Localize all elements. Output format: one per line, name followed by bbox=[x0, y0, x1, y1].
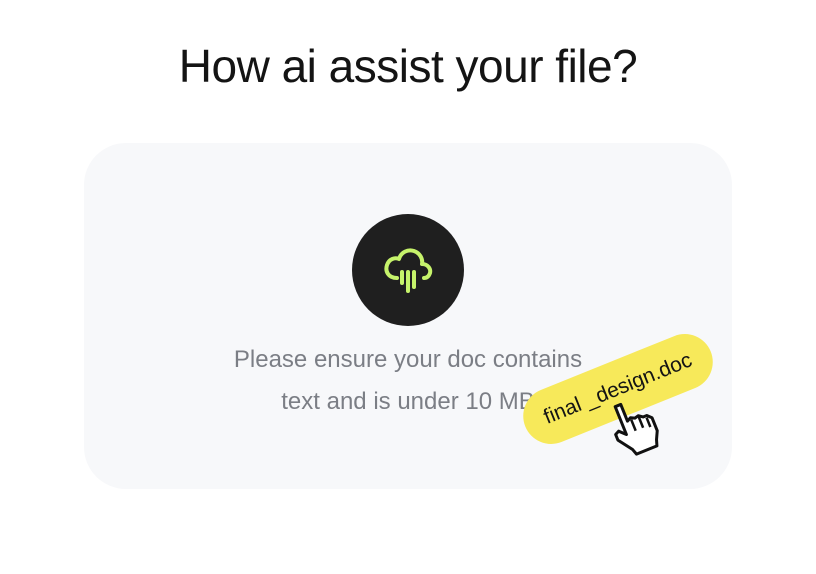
cloud-rain-upload-icon bbox=[384, 248, 433, 293]
page-title: How ai assist your file? bbox=[178, 40, 638, 92]
upload-page: How ai assist your file? Please ensure y… bbox=[0, 0, 816, 574]
upload-icon-badge bbox=[352, 214, 464, 326]
